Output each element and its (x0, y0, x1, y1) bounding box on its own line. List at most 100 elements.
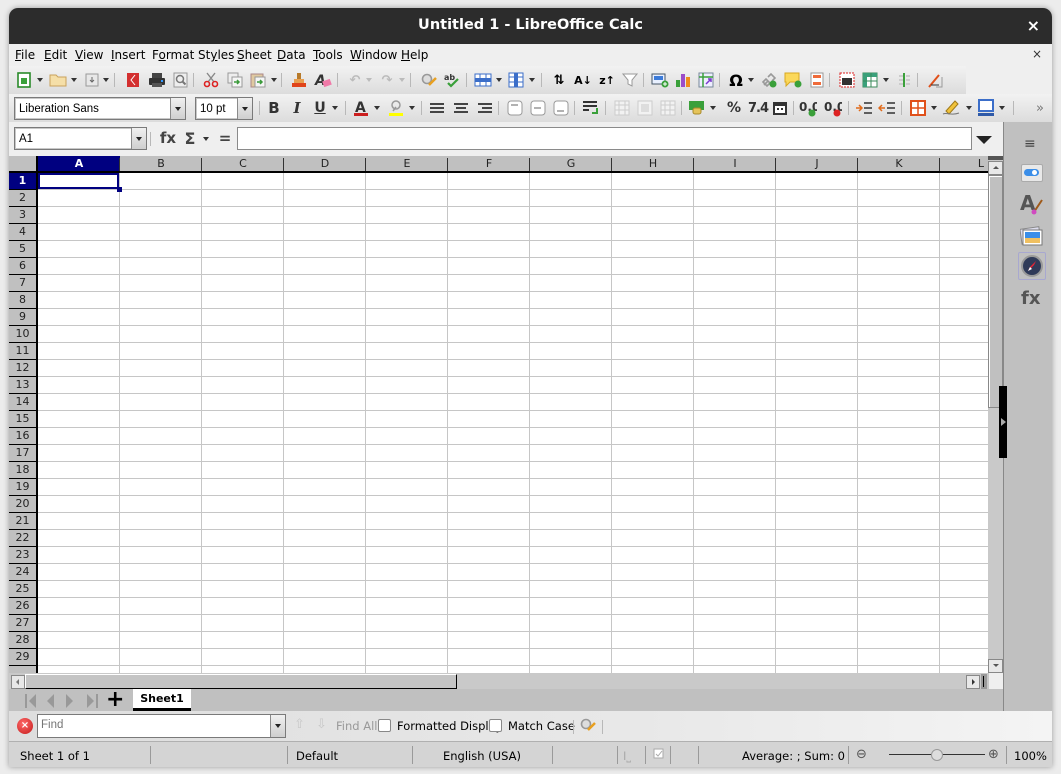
spelling-icon[interactable]: ab (443, 71, 461, 89)
header-footer-icon[interactable] (808, 71, 826, 89)
highlight-color-button[interactable] (387, 99, 405, 117)
column-header[interactable]: B (120, 156, 202, 173)
insert-mode-icon[interactable]: I⎵ (623, 749, 631, 764)
close-document-button[interactable]: × (1032, 47, 1042, 61)
add-sheet-button[interactable]: + (106, 687, 124, 712)
cell-cursor[interactable] (38, 173, 119, 189)
highlight-color-dropdown[interactable] (409, 106, 415, 110)
toolbar-overflow-button[interactable]: » (1031, 99, 1049, 117)
autofilter-icon[interactable] (621, 71, 639, 89)
special-character-icon[interactable]: Ω (727, 71, 745, 90)
paste-icon[interactable] (249, 71, 267, 89)
sidebar-menu-icon[interactable]: ≡ (1024, 136, 1036, 152)
column-header[interactable]: H (612, 156, 694, 173)
vertical-scroll-thumb[interactable] (988, 175, 1003, 408)
functions-icon[interactable]: fx (1021, 288, 1040, 309)
sheet-tab-sheet1[interactable]: Sheet1 (133, 689, 191, 711)
border-color-dropdown[interactable] (999, 106, 1005, 110)
page-style[interactable]: Default (296, 749, 338, 763)
align-center-icon[interactable] (452, 99, 470, 117)
clone-formatting-icon[interactable] (290, 71, 308, 89)
print-preview-icon[interactable] (172, 71, 190, 89)
insert-image-icon[interactable] (651, 71, 669, 89)
row-header[interactable]: 22 (9, 530, 38, 547)
match-case-label[interactable]: Match Case (508, 719, 575, 733)
decrease-indent-icon[interactable] (878, 99, 896, 117)
find-history-dropdown[interactable] (270, 715, 285, 737)
row-header[interactable]: 27 (9, 615, 38, 632)
add-decimal-icon[interactable]: 0.0 (799, 99, 817, 117)
scroll-right-button[interactable] (966, 675, 980, 689)
font-color-button[interactable]: A (352, 99, 370, 117)
zoom-percent[interactable]: 100% (1014, 749, 1047, 763)
freeze-icon[interactable] (861, 71, 879, 89)
row-header[interactable]: 14 (9, 394, 38, 411)
clear-formatting-icon[interactable]: A (314, 71, 332, 89)
merge-center-icon[interactable] (613, 99, 631, 117)
row-header[interactable]: 9 (9, 309, 38, 326)
align-bottom-icon[interactable] (552, 99, 570, 117)
function-wizard-button[interactable]: fx (159, 129, 177, 147)
row-header[interactable]: 29 (9, 649, 38, 666)
formatted-display-label[interactable]: Formatted Display (397, 719, 502, 733)
gallery-icon[interactable] (1019, 226, 1044, 251)
row-header[interactable]: 8 (9, 292, 38, 309)
window-close-button[interactable]: × (1027, 16, 1040, 35)
menu-help[interactable]: Help (401, 48, 428, 62)
find-replace-icon[interactable] (579, 717, 597, 736)
horizontal-split-handle[interactable] (981, 674, 987, 689)
paste-dropdown[interactable] (271, 78, 277, 82)
sum-button[interactable]: Σ (181, 129, 199, 148)
menu-format[interactable]: Format (152, 48, 194, 62)
row-header-partial[interactable] (9, 666, 38, 673)
print-area-icon[interactable] (838, 71, 856, 89)
previous-sheet-button[interactable] (45, 693, 55, 712)
menu-styles[interactable]: Styles (198, 48, 234, 62)
column-header[interactable]: J (776, 156, 858, 173)
sum-dropdown[interactable] (203, 137, 209, 141)
column-header[interactable]: F (448, 156, 530, 173)
find-previous-button[interactable]: ⇧ (294, 717, 305, 732)
currency-format-icon[interactable] (688, 99, 706, 117)
properties-icon[interactable] (1021, 164, 1043, 182)
row-header[interactable]: 16 (9, 428, 38, 445)
row-header[interactable]: 10 (9, 326, 38, 343)
column-header[interactable]: G (530, 156, 612, 173)
find-replace-icon[interactable] (420, 71, 438, 89)
column-header[interactable]: E (366, 156, 448, 173)
row-header[interactable]: 25 (9, 581, 38, 598)
delete-decimal-icon[interactable]: 0.0 (824, 99, 842, 117)
row-header[interactable]: 4 (9, 224, 38, 241)
copy-icon[interactable] (226, 71, 244, 89)
font-name-dropdown[interactable] (170, 98, 185, 119)
close-find-bar-button[interactable]: × (17, 718, 33, 734)
font-size-dropdown[interactable] (237, 98, 252, 119)
find-input-combo[interactable] (37, 714, 286, 738)
column-header[interactable]: K (858, 156, 940, 173)
row-header[interactable]: 26 (9, 598, 38, 615)
row-header[interactable]: 24 (9, 564, 38, 581)
row-header[interactable]: 7 (9, 275, 38, 292)
column-dropdown[interactable] (529, 78, 535, 82)
number-format-button[interactable]: 7.4 (747, 99, 769, 117)
column-header[interactable]: A (38, 156, 120, 173)
row-header[interactable]: 2 (9, 190, 38, 207)
merge-cells-icon[interactable] (636, 99, 654, 117)
new-icon[interactable] (15, 71, 33, 89)
undo-dropdown[interactable] (366, 78, 372, 82)
vertical-split-handle[interactable] (988, 156, 1003, 160)
print-icon[interactable] (148, 71, 166, 89)
expand-formula-bar-button[interactable] (976, 136, 992, 144)
open-dropdown[interactable] (71, 78, 77, 82)
find-next-button[interactable]: ⇩ (316, 717, 327, 732)
italic-button[interactable]: I (288, 99, 306, 117)
scroll-left-button[interactable] (11, 675, 25, 689)
hyperlink-icon[interactable] (760, 71, 778, 89)
align-top-icon[interactable] (506, 99, 524, 117)
font-color-dropdown[interactable] (374, 106, 380, 110)
align-right-icon[interactable] (476, 99, 494, 117)
unmerge-cells-icon[interactable] (659, 99, 677, 117)
export-pdf-icon[interactable] (124, 71, 142, 89)
zoom-out-button[interactable]: ⊖ (856, 747, 867, 762)
fill-handle[interactable] (117, 187, 122, 192)
